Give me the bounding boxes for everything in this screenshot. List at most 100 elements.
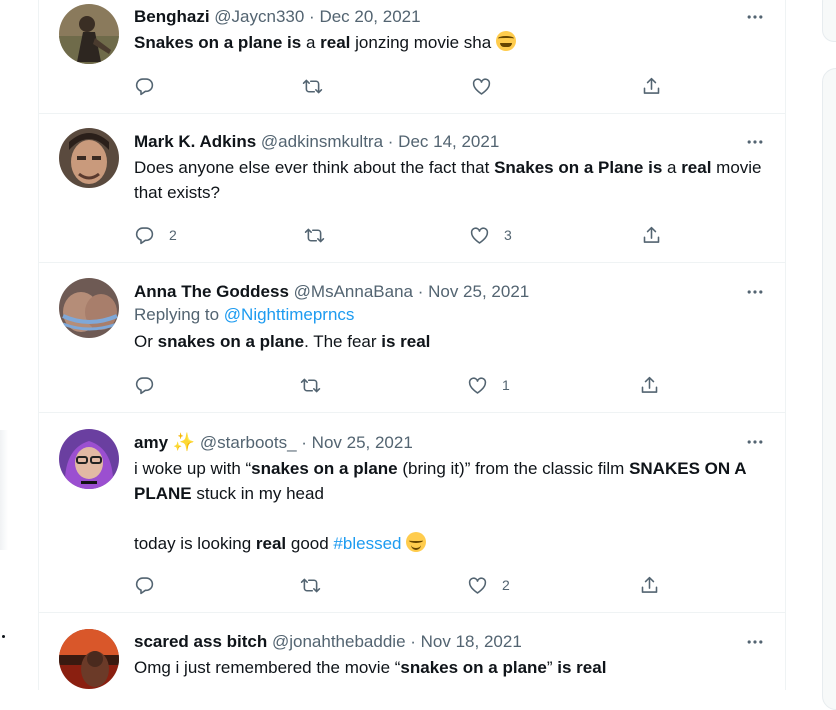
text-run: good xyxy=(286,534,334,553)
text-run: a xyxy=(662,158,682,177)
text-run: stuck in my head xyxy=(191,484,324,503)
more-horizontal-icon[interactable] xyxy=(744,431,766,453)
separator: · xyxy=(304,7,320,26)
user-handle[interactable]: @Jaycn330 xyxy=(214,7,304,26)
tweet-text: Omg i just remembered the movie “snakes … xyxy=(134,655,766,680)
highlight-text: is real xyxy=(381,332,431,351)
tweet-header: scared ass bitch @jonahthebaddie · Nov 1… xyxy=(134,631,766,653)
separator: · xyxy=(412,282,429,301)
text-run: (bring it)” from the classic film xyxy=(397,459,630,478)
highlight-text: real xyxy=(681,158,712,177)
text-run: i woke up with “ xyxy=(134,459,252,478)
user-handle[interactable]: @starboots_ xyxy=(200,433,297,452)
display-name[interactable]: Anna The Goddess xyxy=(134,282,289,301)
highlight-text: real xyxy=(320,33,351,52)
tweet-date[interactable]: Dec 20, 2021 xyxy=(319,7,420,26)
tweet-header: Mark K. Adkins @adkinsmkultra · Dec 14, … xyxy=(134,131,766,153)
highlight-text: snakes on a plane xyxy=(251,459,398,478)
sidebar-card xyxy=(822,0,836,42)
highlight-text: is real xyxy=(557,658,607,677)
like-button[interactable] xyxy=(471,74,492,98)
tweet-date[interactable]: Nov 25, 2021 xyxy=(312,433,413,452)
avatar[interactable] xyxy=(59,128,119,188)
separator: · xyxy=(405,632,421,651)
text-run: today is looking xyxy=(134,534,256,553)
user-handle[interactable]: @jonahthebaddie xyxy=(272,632,406,651)
more-horizontal-icon[interactable] xyxy=(744,631,766,653)
user-handle[interactable]: @adkinsmkultra xyxy=(261,132,383,151)
text-run: a xyxy=(301,33,321,52)
face-with-tears-of-joy-icon xyxy=(495,31,516,51)
reply-button[interactable]: 2 xyxy=(134,223,177,247)
highlight-text: Snakes on a plane is xyxy=(134,33,302,52)
user-handle[interactable]: @MsAnnaBana xyxy=(294,282,413,301)
relieved-face-icon xyxy=(406,532,427,552)
left-shadow xyxy=(0,430,8,550)
tweet-text-line-2: today is looking real good #blessed xyxy=(134,531,766,556)
like-count: 1 xyxy=(502,377,510,393)
right-sidebar xyxy=(786,0,836,710)
sparkles-icon: ✨ xyxy=(172,432,196,452)
timeline: Benghazi @Jaycn330 · Dec 20, 2021 Snakes… xyxy=(38,0,786,690)
tweet-header: Benghazi @Jaycn330 · Dec 20, 2021 xyxy=(134,6,766,28)
display-name[interactable]: scared ass bitch xyxy=(134,632,267,651)
tweet-date[interactable]: Dec 14, 2021 xyxy=(398,132,499,151)
tweet[interactable]: Mark K. Adkins @adkinsmkultra · Dec 14, … xyxy=(39,114,786,263)
tweet[interactable]: Anna The Goddess @MsAnnaBana · Nov 25, 2… xyxy=(39,263,786,413)
retweet-button[interactable] xyxy=(300,373,321,397)
tweet-date[interactable]: Nov 18, 2021 xyxy=(421,632,522,651)
share-button[interactable] xyxy=(639,573,660,597)
highlight-text: snakes on a plane xyxy=(400,658,547,677)
tweet-text: i woke up with “snakes on a plane (bring… xyxy=(134,456,766,506)
tweet-header: amy ✨ @starboots_ · Nov 25, 2021 xyxy=(134,431,766,454)
like-button[interactable]: 2 xyxy=(467,573,510,597)
sidebar-card xyxy=(822,68,836,710)
reply-button[interactable] xyxy=(134,573,155,597)
display-name[interactable]: Benghazi xyxy=(134,7,210,26)
tweet[interactable]: Benghazi @Jaycn330 · Dec 20, 2021 Snakes… xyxy=(39,0,786,114)
tweet-text: Does anyone else ever think about the fa… xyxy=(134,155,766,205)
replying-to: Replying to @Nighttimeprncs xyxy=(134,303,766,327)
avatar[interactable] xyxy=(59,278,119,338)
display-name[interactable]: Mark K. Adkins xyxy=(134,132,256,151)
highlight-text: real xyxy=(255,534,287,553)
avatar[interactable] xyxy=(59,4,119,64)
tweet-header: Anna The Goddess @MsAnnaBana · Nov 25, 2… xyxy=(134,281,766,303)
text-run: Or xyxy=(134,332,158,351)
bullet-dot xyxy=(2,635,5,638)
left-gutter xyxy=(0,0,38,690)
text-run: . The fear xyxy=(304,332,382,351)
separator: · xyxy=(296,433,312,452)
tweet-date[interactable]: Nov 25, 2021 xyxy=(428,282,529,301)
more-horizontal-icon[interactable] xyxy=(744,131,766,153)
like-button[interactable]: 1 xyxy=(467,373,510,397)
reply-button[interactable] xyxy=(134,373,155,397)
highlight-text: Snakes on a Plane is xyxy=(494,158,663,177)
reply-button[interactable] xyxy=(134,74,155,98)
text-run: jonzing movie sha xyxy=(350,33,496,52)
display-name[interactable]: amy xyxy=(134,433,168,452)
share-button[interactable] xyxy=(639,373,660,397)
more-horizontal-icon[interactable] xyxy=(744,281,766,303)
more-horizontal-icon[interactable] xyxy=(744,6,766,28)
text-run: ” xyxy=(546,658,558,677)
like-count: 2 xyxy=(502,577,510,593)
text-run: Omg i just remembered the movie “ xyxy=(134,658,401,677)
replying-to-label: Replying to xyxy=(134,305,224,324)
tweet-text: Or snakes on a plane. The fear is real xyxy=(134,329,766,354)
share-button[interactable] xyxy=(641,223,662,247)
reply-count: 2 xyxy=(169,227,177,243)
replying-to-link[interactable]: @Nighttimeprncs xyxy=(224,305,355,324)
share-button[interactable] xyxy=(641,74,662,98)
retweet-button[interactable] xyxy=(300,573,321,597)
avatar[interactable] xyxy=(59,429,119,489)
hashtag-link[interactable]: #blessed xyxy=(333,534,401,553)
separator: · xyxy=(383,132,399,151)
like-count: 3 xyxy=(504,227,512,243)
retweet-button[interactable] xyxy=(304,223,325,247)
retweet-button[interactable] xyxy=(302,74,323,98)
tweet[interactable]: amy ✨ @starboots_ · Nov 25, 2021 i woke … xyxy=(39,413,786,613)
tweet-text: Snakes on a plane is a real jonzing movi… xyxy=(134,30,766,55)
avatar[interactable] xyxy=(59,629,119,689)
like-button[interactable]: 3 xyxy=(469,223,512,247)
